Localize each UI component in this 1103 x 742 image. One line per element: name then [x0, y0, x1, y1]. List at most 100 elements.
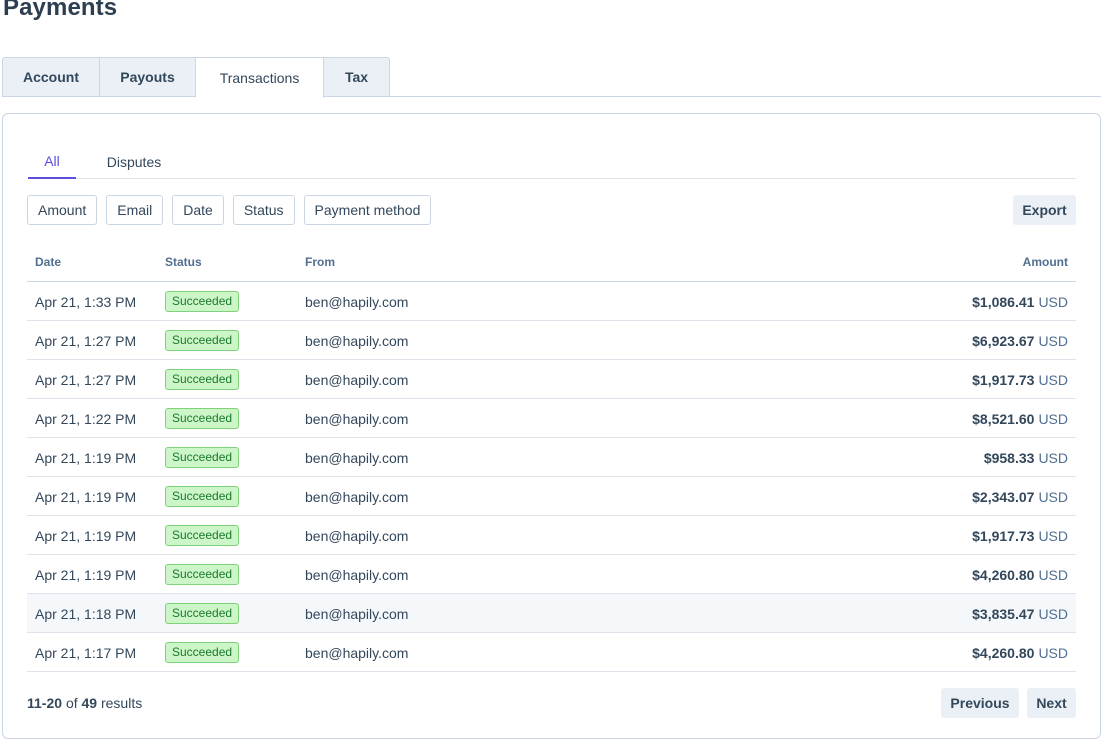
row-amount: $4,260.80 USD: [972, 555, 1068, 594]
currency-code: USD: [1038, 644, 1068, 661]
status-badge: Succeeded: [165, 330, 240, 351]
row-from-email: ben@hapily.com: [305, 644, 409, 661]
table-row[interactable]: Apr 21, 1:17 PM Succeeded ben@hapily.com $4…: [27, 633, 1076, 672]
row-amount: $3,835.47 USD: [972, 594, 1068, 633]
amount-value: $8,521.60: [972, 410, 1035, 427]
row-status: Succeeded: [165, 321, 240, 360]
amount-value: $1,086.41: [972, 293, 1035, 310]
tab-transactions[interactable]: Transactions: [195, 57, 324, 98]
currency-code: USD: [1038, 371, 1068, 388]
table-row[interactable]: Apr 21, 1:27 PM Succeeded ben@hapily.com $1…: [27, 360, 1076, 399]
amount-value: $2,343.07: [972, 488, 1035, 505]
row-date: Apr 21, 1:22 PM: [35, 410, 137, 427]
export-button[interactable]: Export: [1013, 195, 1076, 225]
currency-code: USD: [1038, 566, 1068, 583]
row-amount: $8,521.60 USD: [972, 399, 1068, 438]
currency-code: USD: [1038, 449, 1068, 466]
status-badge: Succeeded: [165, 603, 240, 624]
amount-value: $1,917.73: [972, 371, 1035, 388]
row-amount: $6,923.67 USD: [972, 321, 1068, 360]
currency-code: USD: [1038, 527, 1068, 544]
results-label: results: [100, 695, 143, 711]
status-badge: Succeeded: [165, 408, 240, 429]
results-count: 11-20 of 49 results: [27, 695, 142, 711]
amount-value: $1,917.73: [972, 527, 1035, 544]
pagination: Previous Next: [933, 688, 1076, 718]
filter-date-button[interactable]: Date: [172, 195, 224, 225]
row-amount: $1,917.73 USD: [972, 360, 1068, 399]
row-from-email: ben@hapily.com: [305, 566, 409, 583]
status-badge: Succeeded: [165, 642, 240, 663]
table-row[interactable]: Apr 21, 1:19 PM Succeeded ben@hapily.com $1…: [27, 516, 1076, 555]
results-total: 49: [81, 695, 98, 711]
transactions-card: All Disputes Amount Email Date Status Pa…: [2, 113, 1101, 739]
table-row[interactable]: Apr 21, 1:19 PM Succeeded ben@hapily.com $2…: [27, 477, 1076, 516]
table-row[interactable]: Apr 21, 1:27 PM Succeeded ben@hapily.com $6…: [27, 321, 1076, 360]
row-from-email: ben@hapily.com: [305, 371, 409, 388]
table-row[interactable]: Apr 21, 1:33 PM Succeeded ben@hapily.com $1…: [27, 282, 1076, 321]
subtab-all[interactable]: All: [28, 144, 76, 179]
filter-payment-method-button[interactable]: Payment method: [303, 195, 432, 225]
row-status: Succeeded: [165, 282, 240, 321]
results-of-label: of: [65, 695, 78, 711]
previous-page-button[interactable]: Previous: [941, 688, 1019, 718]
main-tabs: Account Payouts Transactions Tax: [2, 57, 390, 98]
tab-payouts[interactable]: Payouts: [99, 57, 196, 97]
status-badge: Succeeded: [165, 291, 240, 312]
table-row[interactable]: Apr 21, 1:19 PM Succeeded ben@hapily.com $4…: [27, 555, 1076, 594]
row-date: Apr 21, 1:17 PM: [35, 644, 137, 661]
filter-email-button[interactable]: Email: [106, 195, 164, 225]
status-badge: Succeeded: [165, 369, 240, 390]
row-date: Apr 21, 1:19 PM: [35, 449, 137, 466]
currency-code: USD: [1038, 488, 1068, 505]
column-header-from[interactable]: From: [305, 255, 335, 269]
row-from-email: ben@hapily.com: [305, 605, 409, 622]
currency-code: USD: [1038, 410, 1068, 427]
row-amount: $958.33 USD: [984, 438, 1068, 477]
table-row[interactable]: Apr 21, 1:22 PM Succeeded ben@hapily.com $8…: [27, 399, 1076, 438]
amount-value: $4,260.80: [972, 644, 1035, 661]
row-status: Succeeded: [165, 516, 240, 555]
status-badge: Succeeded: [165, 486, 240, 507]
row-date: Apr 21, 1:19 PM: [35, 527, 137, 544]
row-status: Succeeded: [165, 399, 240, 438]
row-date: Apr 21, 1:33 PM: [35, 293, 137, 310]
amount-value: $958.33: [983, 449, 1035, 466]
row-status: Succeeded: [165, 594, 240, 633]
row-status: Succeeded: [165, 438, 240, 477]
tab-account[interactable]: Account: [2, 57, 100, 97]
row-status: Succeeded: [165, 555, 240, 594]
row-date: Apr 21, 1:19 PM: [35, 566, 137, 583]
row-status: Succeeded: [165, 477, 240, 516]
row-amount: $1,086.41 USD: [972, 282, 1068, 321]
subtab-disputes[interactable]: Disputes: [91, 144, 177, 179]
status-badge: Succeeded: [165, 447, 240, 468]
next-page-button[interactable]: Next: [1027, 688, 1076, 718]
column-header-status[interactable]: Status: [165, 255, 202, 269]
results-range: 11-20: [27, 695, 63, 711]
row-from-email: ben@hapily.com: [305, 488, 409, 505]
filter-bar: Amount Email Date Status Payment method: [27, 195, 440, 225]
row-date: Apr 21, 1:19 PM: [35, 488, 137, 505]
subtabs: All Disputes: [28, 144, 1076, 179]
table-row[interactable]: Apr 21, 1:19 PM Succeeded ben@hapily.com $9…: [27, 438, 1076, 477]
column-header-amount[interactable]: Amount: [1023, 255, 1068, 269]
column-header-date[interactable]: Date: [35, 255, 61, 269]
tab-tax[interactable]: Tax: [323, 57, 390, 97]
row-from-email: ben@hapily.com: [305, 449, 409, 466]
row-date: Apr 21, 1:27 PM: [35, 371, 137, 388]
page-title: Payments: [3, 0, 118, 21]
currency-code: USD: [1038, 332, 1068, 349]
row-amount: $2,343.07 USD: [972, 477, 1068, 516]
row-status: Succeeded: [165, 360, 240, 399]
amount-value: $4,260.80: [972, 566, 1035, 583]
filter-status-button[interactable]: Status: [232, 195, 295, 225]
currency-code: USD: [1038, 605, 1068, 622]
row-status: Succeeded: [165, 633, 240, 672]
row-from-email: ben@hapily.com: [305, 293, 409, 310]
table-row[interactable]: Apr 21, 1:18 PM Succeeded ben@hapily.com $3…: [27, 594, 1076, 633]
filter-amount-button[interactable]: Amount: [27, 195, 98, 225]
table-header: Date Status From Amount: [27, 243, 1076, 282]
row-date: Apr 21, 1:27 PM: [35, 332, 137, 349]
row-from-email: ben@hapily.com: [305, 332, 409, 349]
